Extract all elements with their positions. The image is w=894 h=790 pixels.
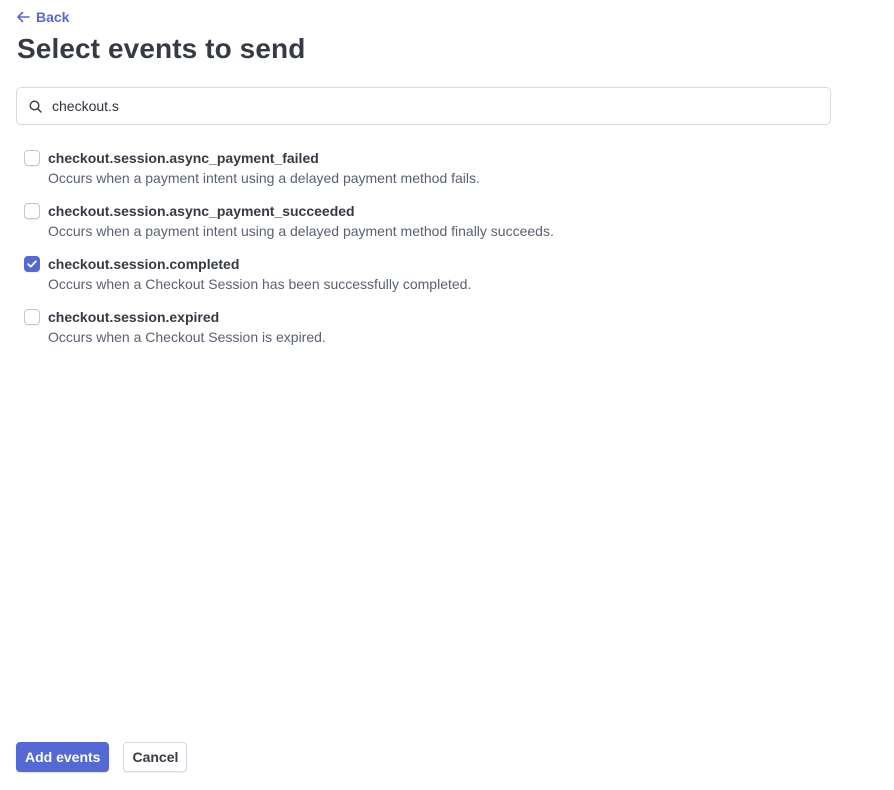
event-text: checkout.session.async_payment_succeeded… [48, 201, 554, 241]
event-checkbox[interactable] [24, 256, 40, 272]
event-checkbox[interactable] [24, 309, 40, 325]
search-input[interactable] [52, 89, 830, 123]
cancel-button[interactable]: Cancel [123, 742, 188, 772]
event-name: checkout.session.async_payment_succeeded [48, 203, 355, 219]
page-title: Select events to send [17, 33, 306, 64]
checkmark-icon [27, 260, 37, 268]
select-events-page: Back Select events to send checkout.sess… [0, 0, 894, 790]
list-item: checkout.session.async_payment_failed Oc… [24, 148, 844, 201]
event-name: checkout.session.completed [48, 256, 240, 272]
event-name: checkout.session.async_payment_failed [48, 150, 319, 166]
event-description: Occurs when a payment intent using a del… [48, 170, 480, 186]
list-item: checkout.session.expired Occurs when a C… [24, 307, 844, 360]
event-text: checkout.session.async_payment_failed Oc… [48, 148, 480, 188]
back-label: Back [36, 9, 70, 25]
event-text: checkout.session.completed Occurs when a… [48, 254, 471, 294]
back-link[interactable]: Back [16, 9, 69, 25]
event-checkbox[interactable] [24, 203, 40, 219]
event-text: checkout.session.expired Occurs when a C… [48, 307, 326, 347]
event-description: Occurs when a Checkout Session is expire… [48, 329, 326, 345]
event-description: Occurs when a Checkout Session has been … [48, 276, 472, 292]
arrow-left-icon [16, 11, 30, 23]
add-events-button[interactable]: Add events [16, 742, 110, 772]
event-description: Occurs when a payment intent using a del… [48, 223, 554, 239]
search-icon [17, 99, 52, 113]
list-item: checkout.session.completed Occurs when a… [24, 254, 844, 307]
event-checkbox[interactable] [24, 150, 40, 166]
list-item: checkout.session.async_payment_succeeded… [24, 201, 844, 254]
event-name: checkout.session.expired [48, 309, 220, 325]
search-box[interactable] [16, 87, 831, 125]
event-list: checkout.session.async_payment_failed Oc… [24, 148, 844, 360]
footer-actions: Add events Cancel [16, 742, 188, 772]
